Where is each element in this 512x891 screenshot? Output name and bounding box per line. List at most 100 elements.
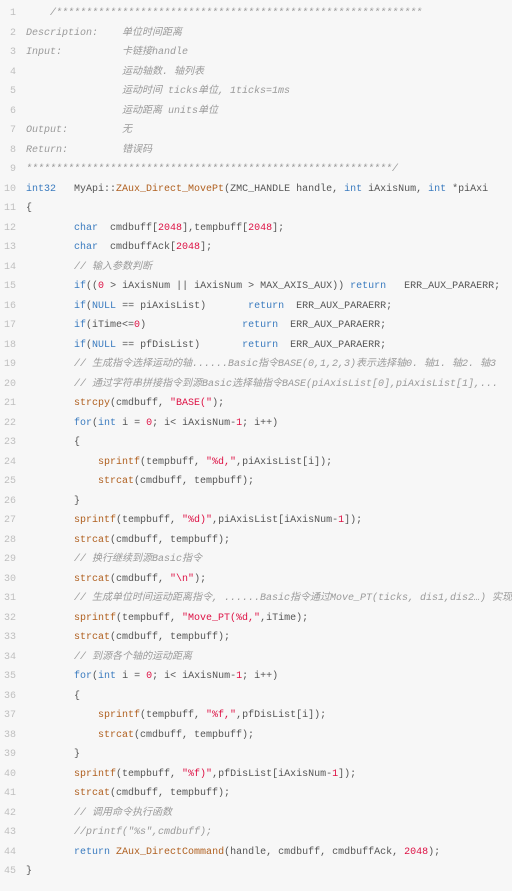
line-number: 20 — [0, 375, 26, 395]
code-content: strcat(cmdbuff, tempbuff); — [26, 472, 512, 492]
token-cm: // 生成单位时间运动距离指令, ......Basic指令通过Move_PT(… — [74, 593, 512, 604]
code-line: 36 { — [0, 687, 512, 707]
token-fn: strcat — [98, 476, 134, 487]
token-str: "%f)" — [182, 769, 212, 780]
token-cm: // 输入参数判断 — [74, 262, 152, 273]
code-line: 43 //printf("%s",cmdbuff); — [0, 823, 512, 843]
token-id: { — [26, 203, 32, 214]
line-number: 9 — [0, 160, 26, 180]
code-content: for(int i = 0; i< iAxisNum-1; i++) — [26, 414, 512, 434]
line-number: 19 — [0, 355, 26, 375]
line-number: 1 — [0, 4, 26, 24]
token-id: == piAxisList) — [116, 301, 248, 312]
token-kw: for — [74, 671, 92, 682]
token-id: ); — [212, 398, 224, 409]
code-content: strcat(cmdbuff, tempbuff); — [26, 531, 512, 551]
token-id: (handle, cmdbuff, cmdbuffAck, — [224, 847, 404, 858]
token-fn: strcpy — [74, 398, 110, 409]
token-kw: for — [74, 418, 92, 429]
line-number: 23 — [0, 433, 26, 453]
code-line: 42 // 调用命令执行函数 — [0, 804, 512, 824]
token-ret: return — [242, 340, 278, 351]
code-content: strcat(cmdbuff, "\n"); — [26, 570, 512, 590]
code-line: 30 strcat(cmdbuff, "\n"); — [0, 570, 512, 590]
code-line: 23 { — [0, 433, 512, 453]
line-number: 10 — [0, 180, 26, 200]
token-id: ERR_AUX_PARAERR; — [386, 281, 500, 292]
code-content: sprintf(tempbuff, "%d)",piAxisList[iAxis… — [26, 511, 512, 531]
token-id: } — [74, 496, 80, 507]
code-content: int32 MyApi::ZAux_Direct_MovePt(ZMC_HAND… — [26, 180, 512, 200]
token-id: (( — [86, 281, 98, 292]
line-number: 32 — [0, 609, 26, 629]
token-cm: // 调用命令执行函数 — [74, 808, 172, 819]
token-cm: 运动时间 ticks单位, 1ticks=1ms — [26, 86, 290, 97]
token-id: (ZMC_HANDLE handle, — [224, 184, 344, 195]
token-id: (tempbuff, — [116, 613, 182, 624]
token-ty: char — [74, 223, 98, 234]
token-fn: strcat — [74, 535, 110, 546]
token-id: } — [26, 866, 32, 877]
token-cm: ****************************************… — [26, 164, 398, 175]
code-content: 运动距离 units单位 — [26, 102, 512, 122]
token-kw: if — [74, 281, 86, 292]
token-null: NULL — [92, 301, 116, 312]
code-line: 8Return: 错误码 — [0, 141, 512, 161]
token-cm: /***************************************… — [50, 8, 422, 19]
line-number: 29 — [0, 550, 26, 570]
line-number: 13 — [0, 238, 26, 258]
code-line: 3Input: 卡链接handle — [0, 43, 512, 63]
line-number: 22 — [0, 414, 26, 434]
code-line: 37 sprintf(tempbuff, "%f,",pfDisList[i])… — [0, 706, 512, 726]
token-num: 2048 — [248, 223, 272, 234]
code-line: 29 // 换行继续到源Basic指令 — [0, 550, 512, 570]
token-fn: strcat — [74, 632, 110, 643]
token-fn: ZAux_Direct_MovePt — [116, 184, 224, 195]
code-block: 1 /*************************************… — [0, 4, 512, 882]
token-ret: return — [242, 320, 278, 331]
code-line: 27 sprintf(tempbuff, "%d)",piAxisList[iA… — [0, 511, 512, 531]
token-kw: if — [74, 320, 86, 331]
token-id: (cmdbuff, tempbuff); — [110, 632, 230, 643]
code-content: /***************************************… — [26, 4, 512, 24]
line-number: 26 — [0, 492, 26, 512]
code-content: Return: 错误码 — [26, 141, 512, 161]
line-number: 42 — [0, 804, 26, 824]
token-id: (tempbuff, — [140, 710, 206, 721]
line-number: 21 — [0, 394, 26, 414]
code-line: 17 if(iTime<=0) return ERR_AUX_PARAERR; — [0, 316, 512, 336]
line-number: 3 — [0, 43, 26, 63]
token-kw: if — [74, 301, 86, 312]
code-line: 12 char cmdbuff[2048],tempbuff[2048]; — [0, 219, 512, 239]
token-ty: int — [344, 184, 362, 195]
code-content: } — [26, 492, 512, 512]
code-content: if((0 > iAxisNum || iAxisNum > MAX_AXIS_… — [26, 277, 512, 297]
code-content: //printf("%s",cmdbuff); — [26, 823, 512, 843]
line-number: 5 — [0, 82, 26, 102]
token-id: (iTime<= — [86, 320, 134, 331]
code-line: 1 /*************************************… — [0, 4, 512, 24]
token-kw: if — [74, 340, 86, 351]
token-id: ],tempbuff[ — [182, 223, 248, 234]
code-line: 4 运动轴数. 轴列表 — [0, 63, 512, 83]
code-content: 运动时间 ticks单位, 1ticks=1ms — [26, 82, 512, 102]
line-number: 45 — [0, 862, 26, 882]
code-content: sprintf(tempbuff, "%f)",pfDisList[iAxisN… — [26, 765, 512, 785]
code-line: 15 if((0 > iAxisNum || iAxisNum > MAX_AX… — [0, 277, 512, 297]
token-id: (tempbuff, — [140, 457, 206, 468]
line-number: 35 — [0, 667, 26, 687]
code-line: 34 // 到源各个轴的运动距离 — [0, 648, 512, 668]
token-ty: char — [74, 242, 98, 253]
token-id: ,piAxisList[i]); — [236, 457, 332, 468]
code-line: 39 } — [0, 745, 512, 765]
token-id: ]; — [272, 223, 284, 234]
code-line: 21 strcpy(cmdbuff, "BASE("); — [0, 394, 512, 414]
code-content: sprintf(tempbuff, "Move_PT(%d,",iTime); — [26, 609, 512, 629]
line-number: 7 — [0, 121, 26, 141]
code-line: 20 // 通过字符串拼接指令到源Basic选择轴指令BASE(piAxisLi… — [0, 375, 512, 395]
line-number: 11 — [0, 199, 26, 219]
token-cm: Description: 单位时间距离 — [26, 28, 182, 39]
code-content: for(int i = 0; i< iAxisNum-1; i++) — [26, 667, 512, 687]
token-str: "%d)" — [182, 515, 212, 526]
code-content: // 通过字符串拼接指令到源Basic选择轴指令BASE(piAxisList[… — [26, 375, 512, 395]
